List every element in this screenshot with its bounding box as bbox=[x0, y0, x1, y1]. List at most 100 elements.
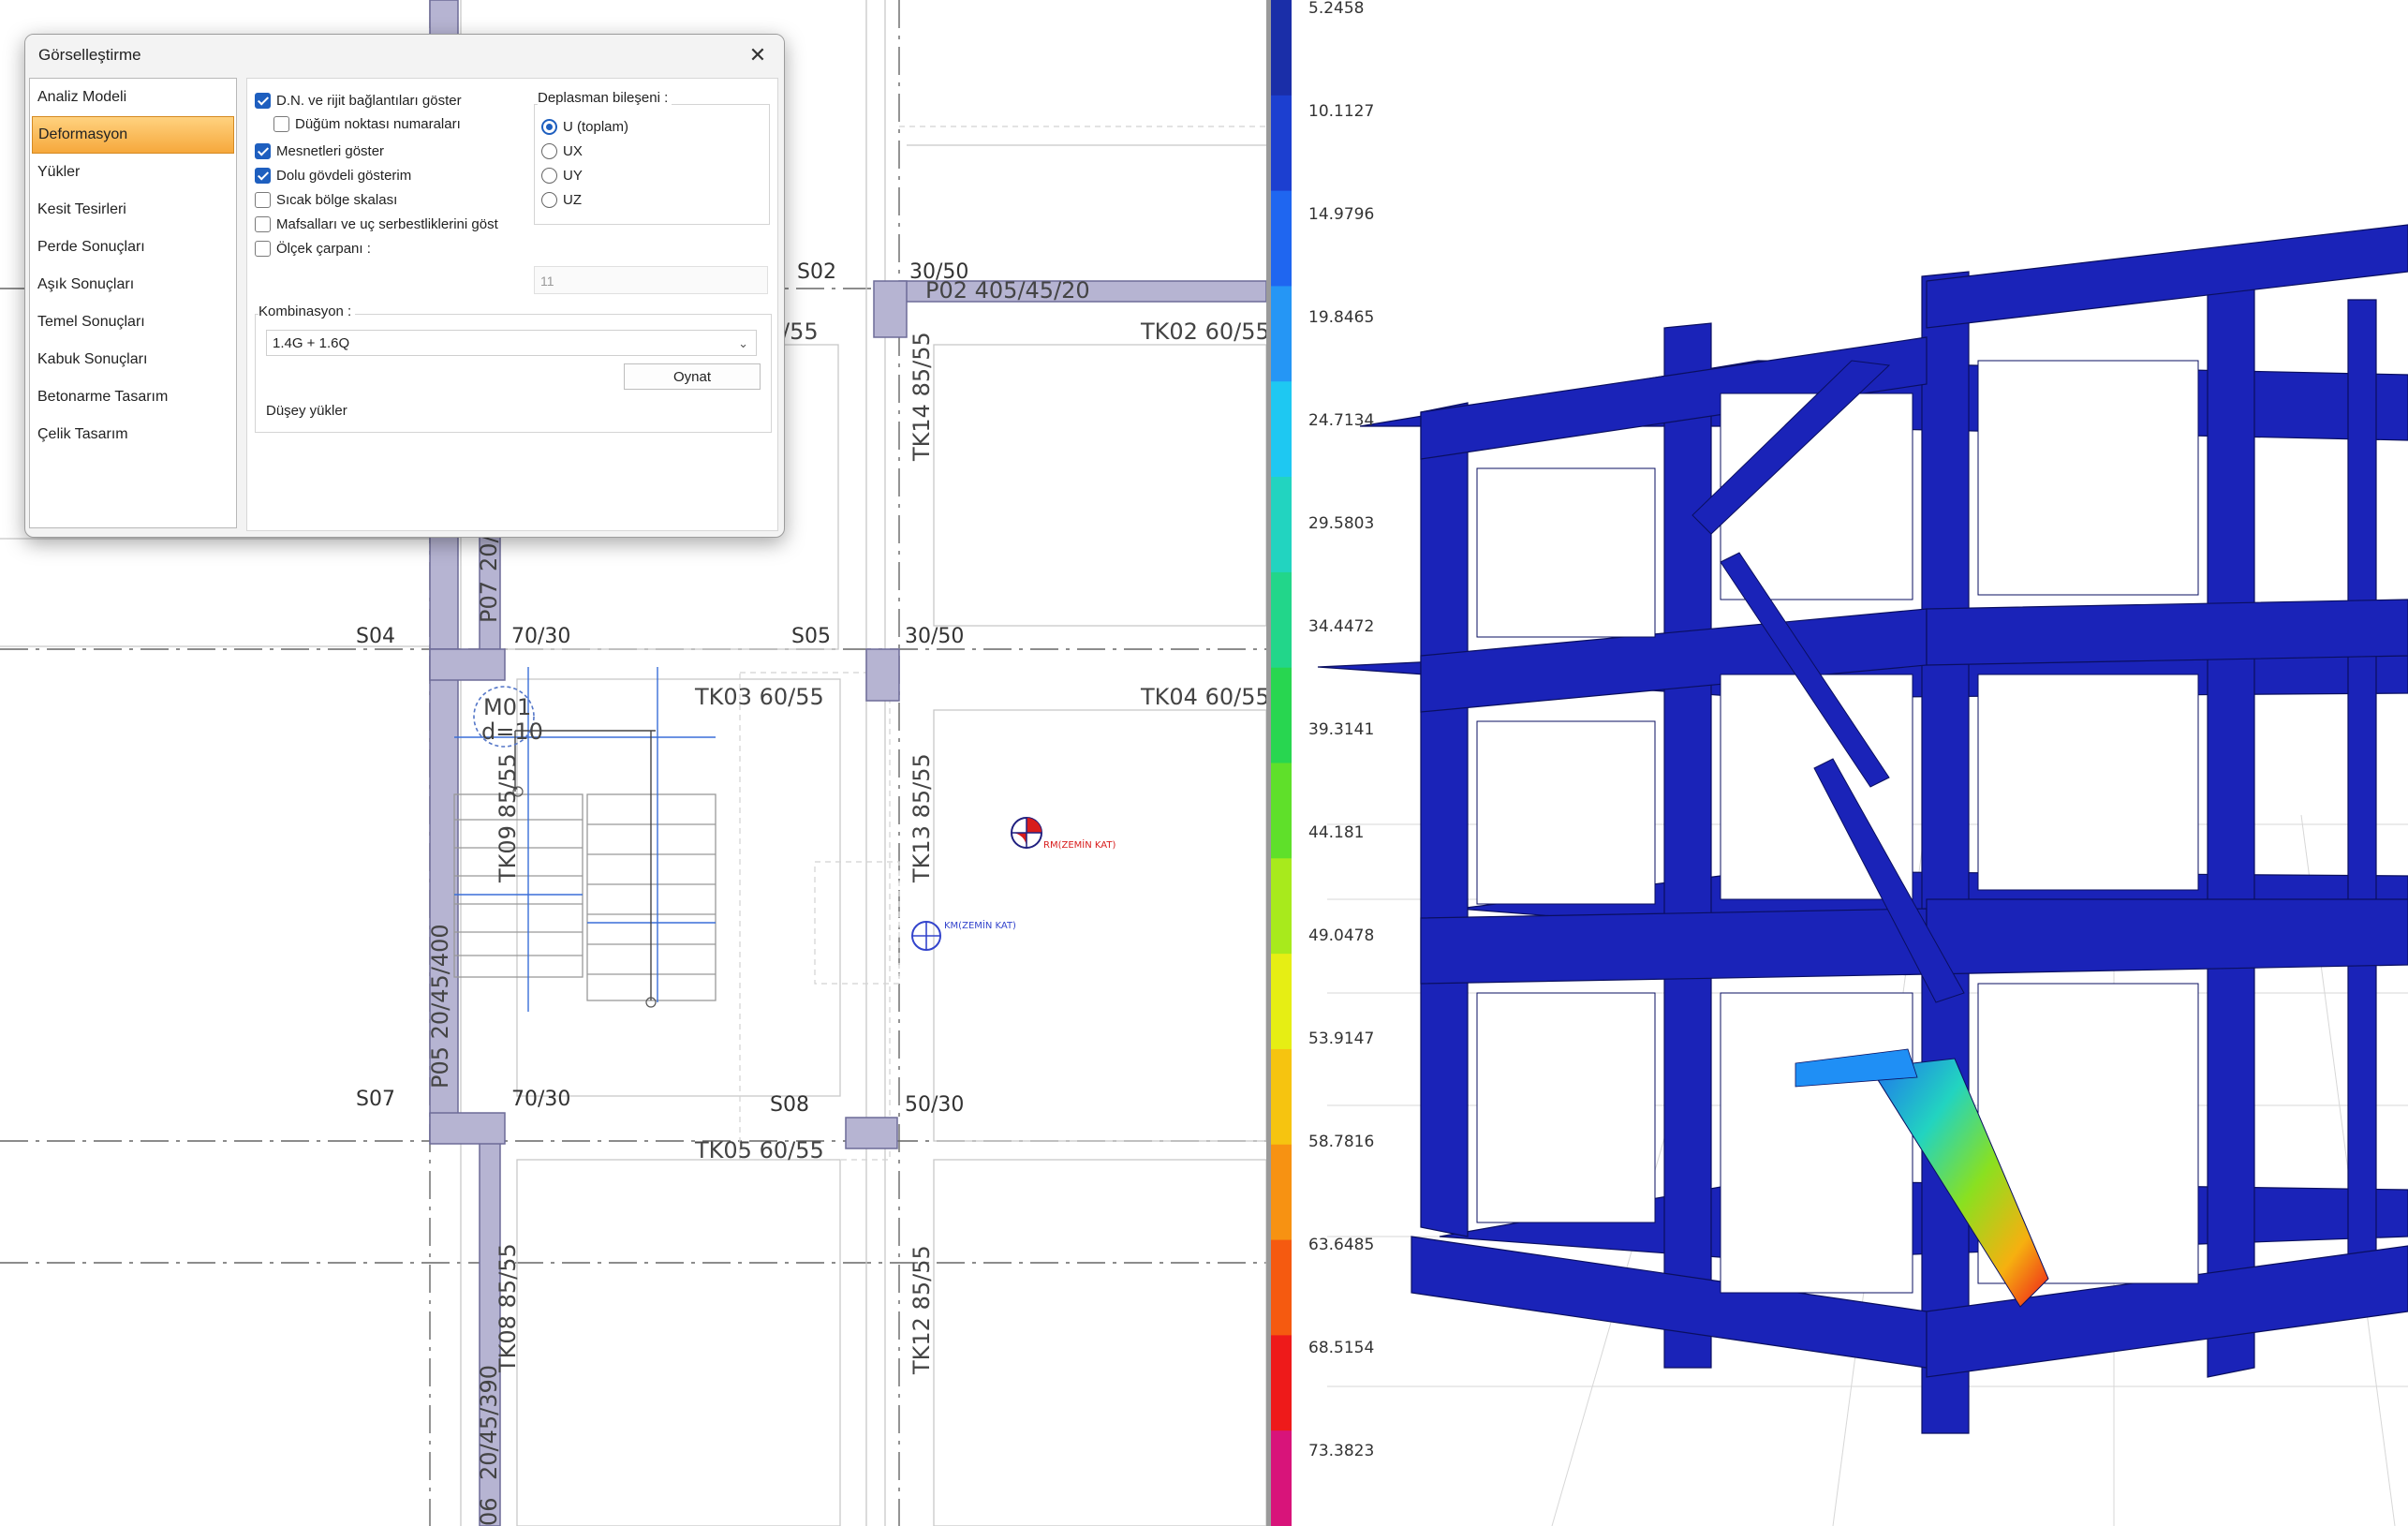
scale-swatch bbox=[1271, 1430, 1292, 1526]
deformation-3d-view[interactable]: 5.2458 10.1127 14.9796 19.8465 24.7134 29.580… bbox=[1271, 0, 2408, 1526]
play-button[interactable]: Oynat bbox=[624, 363, 761, 390]
radio-circle[interactable] bbox=[541, 167, 557, 184]
visualization-dialog: Görselleştirme ✕ Analiz Modeli Deformasyo… bbox=[24, 34, 785, 538]
checkbox-box[interactable] bbox=[255, 240, 271, 257]
nav-item-5[interactable]: Aşık Sonuçları bbox=[30, 266, 236, 304]
label-rm: RM(ZEMİN KAT) bbox=[1043, 838, 1115, 851]
label-s02: S02 bbox=[797, 260, 836, 284]
scale-swatch bbox=[1271, 763, 1292, 860]
label-d10: d=10 bbox=[481, 719, 543, 745]
dialog-titlebar[interactable]: Görselleştirme ✕ bbox=[25, 35, 784, 76]
nav-item-8[interactable]: Betonarme Tasarım bbox=[30, 378, 236, 416]
scale-value: 58.7816 bbox=[1308, 1133, 1374, 1151]
scale-value: 39.3141 bbox=[1308, 720, 1374, 739]
scale-value: 29.5803 bbox=[1308, 514, 1374, 533]
checkbox-box[interactable] bbox=[255, 167, 271, 184]
checkbox-label: Sıcak bölge skalası bbox=[276, 191, 398, 208]
scale-value: 49.0478 bbox=[1308, 926, 1374, 945]
checkbox-solid-display[interactable]: Dolu gövdeli gösterim bbox=[255, 165, 411, 185]
scale-value: 34.4472 bbox=[1308, 617, 1374, 636]
label-p07-dim: 20/ bbox=[476, 534, 502, 571]
checkbox-box[interactable] bbox=[255, 142, 271, 159]
label-tk14: TK14 85/55 bbox=[909, 332, 935, 462]
label-s04: S04 bbox=[356, 625, 395, 648]
label-p07: P07 bbox=[476, 581, 502, 623]
combination-value: 1.4G + 1.6Q bbox=[273, 335, 350, 351]
scale-swatch bbox=[1271, 667, 1292, 764]
scale-swatch bbox=[1271, 95, 1292, 192]
checkbox-hot-zone-scale[interactable]: Sıcak bölge skalası bbox=[255, 189, 397, 210]
mass-center-marker bbox=[1011, 817, 1042, 849]
frame-openings bbox=[1476, 360, 2199, 1294]
combination-description: Düşey yükler bbox=[266, 403, 347, 419]
scale-swatch bbox=[1271, 381, 1292, 479]
scale-swatch bbox=[1271, 1048, 1292, 1146]
scale-value: 14.9796 bbox=[1308, 205, 1374, 224]
nav-item-1[interactable]: Deformasyon bbox=[32, 116, 234, 154]
checkbox-label: D.N. ve rijit bağlantıları göster bbox=[276, 92, 462, 109]
label-p06-name: 06 bbox=[476, 1497, 502, 1526]
nav-item-7[interactable]: Kabuk Sonuçları bbox=[30, 341, 236, 378]
nav-item-6[interactable]: Temel Sonuçları bbox=[30, 304, 236, 341]
nav-item-3[interactable]: Kesit Tesirleri bbox=[30, 191, 236, 229]
checkbox-box[interactable] bbox=[255, 191, 271, 208]
label-column-70-30: 70/30 bbox=[511, 625, 570, 648]
label-tk03: TK03 60/55 bbox=[694, 684, 824, 710]
checkbox-node-numbers[interactable]: Düğüm noktası numaraları bbox=[273, 113, 461, 134]
combination-group: Kombinasyon : 1.4G + 1.6Q ⌄ Oynat Düşey … bbox=[255, 304, 772, 433]
radio-uz[interactable]: UZ bbox=[541, 189, 582, 210]
radio-label: UY bbox=[563, 167, 583, 184]
label-p02: P02 405/45/20 bbox=[925, 277, 1090, 304]
checkbox-scale-factor[interactable]: Ölçek çarpanı : bbox=[255, 238, 371, 259]
nav-item-4[interactable]: Perde Sonuçları bbox=[30, 229, 236, 266]
scale-swatch bbox=[1271, 0, 1292, 96]
scale-factor-input[interactable]: 11 bbox=[534, 266, 768, 294]
radio-ux[interactable]: UX bbox=[541, 141, 583, 161]
label-tk04: TK04 60/55 bbox=[1140, 684, 1266, 710]
label-s05: S05 bbox=[791, 625, 831, 648]
scale-value: 44.181 bbox=[1308, 823, 1364, 842]
nav-item-9[interactable]: Çelik Tasarım bbox=[30, 416, 236, 453]
label-column-30-50-b: 30/50 bbox=[905, 625, 964, 648]
checkbox-box[interactable] bbox=[255, 215, 271, 232]
checkbox-hinges-releases[interactable]: Mafsalları ve uç serbestliklerini göst bbox=[255, 214, 498, 234]
checkbox-box[interactable] bbox=[273, 115, 289, 132]
nav-item-0[interactable]: Analiz Modeli bbox=[30, 79, 236, 116]
label-tk12: TK12 85/55 bbox=[909, 1245, 935, 1375]
label-m01: M01 bbox=[483, 694, 531, 720]
checkbox-show-supports[interactable]: Mesnetleri göster bbox=[255, 141, 384, 161]
scale-value: 73.3823 bbox=[1308, 1442, 1374, 1460]
group-title: Kombinasyon : bbox=[259, 304, 356, 319]
scale-value: 63.6485 bbox=[1308, 1236, 1374, 1254]
checkbox-label: Dolu gövdeli gösterim bbox=[276, 167, 412, 184]
label-tk08: TK08 85/55 bbox=[495, 1243, 521, 1373]
radio-circle[interactable] bbox=[541, 191, 557, 208]
label-p06: 20/45/390 bbox=[476, 1365, 502, 1480]
checkbox-label: Ölçek çarpanı : bbox=[276, 240, 371, 257]
radio-circle[interactable] bbox=[541, 142, 557, 159]
scale-swatch bbox=[1271, 286, 1292, 383]
label-p05: P05 20/45/400 bbox=[427, 924, 453, 1089]
label-km: KM(ZEMİN KAT) bbox=[944, 919, 1016, 931]
displacement-component-group: Deplasman bileşeni : U (toplam) UX UY UZ bbox=[534, 90, 774, 225]
radio-uy[interactable]: UY bbox=[541, 165, 583, 185]
close-icon[interactable]: ✕ bbox=[743, 40, 773, 70]
label-beam-partial: /55 bbox=[782, 319, 819, 345]
radio-circle[interactable] bbox=[541, 118, 557, 135]
radio-u-total[interactable]: U (toplam) bbox=[541, 116, 628, 137]
category-list: Analiz Modeli Deformasyon Yükler Kesit Tesi… bbox=[29, 78, 237, 528]
scale-value: 53.9147 bbox=[1308, 1030, 1374, 1048]
scale-swatch bbox=[1271, 1144, 1292, 1241]
radio-label: UZ bbox=[563, 191, 582, 208]
deformation-settings-panel: D.N. ve rijit bağlantıları göster Düğüm … bbox=[246, 78, 778, 531]
nav-item-2[interactable]: Yükler bbox=[30, 154, 236, 191]
scale-value: 5.2458 bbox=[1308, 0, 1364, 18]
checkbox-box[interactable] bbox=[255, 92, 271, 109]
label-s08: S08 bbox=[770, 1093, 809, 1117]
checkbox-show-nodes-rigid-links[interactable]: D.N. ve rijit bağlantıları göster bbox=[255, 90, 462, 111]
label-column-50-30: 50/30 bbox=[905, 1093, 964, 1117]
combination-select[interactable]: 1.4G + 1.6Q ⌄ bbox=[266, 330, 757, 356]
scale-swatch bbox=[1271, 190, 1292, 288]
checkbox-label: Mafsalları ve uç serbestliklerini göst bbox=[276, 215, 498, 232]
chevron-down-icon[interactable]: ⌄ bbox=[738, 331, 748, 357]
